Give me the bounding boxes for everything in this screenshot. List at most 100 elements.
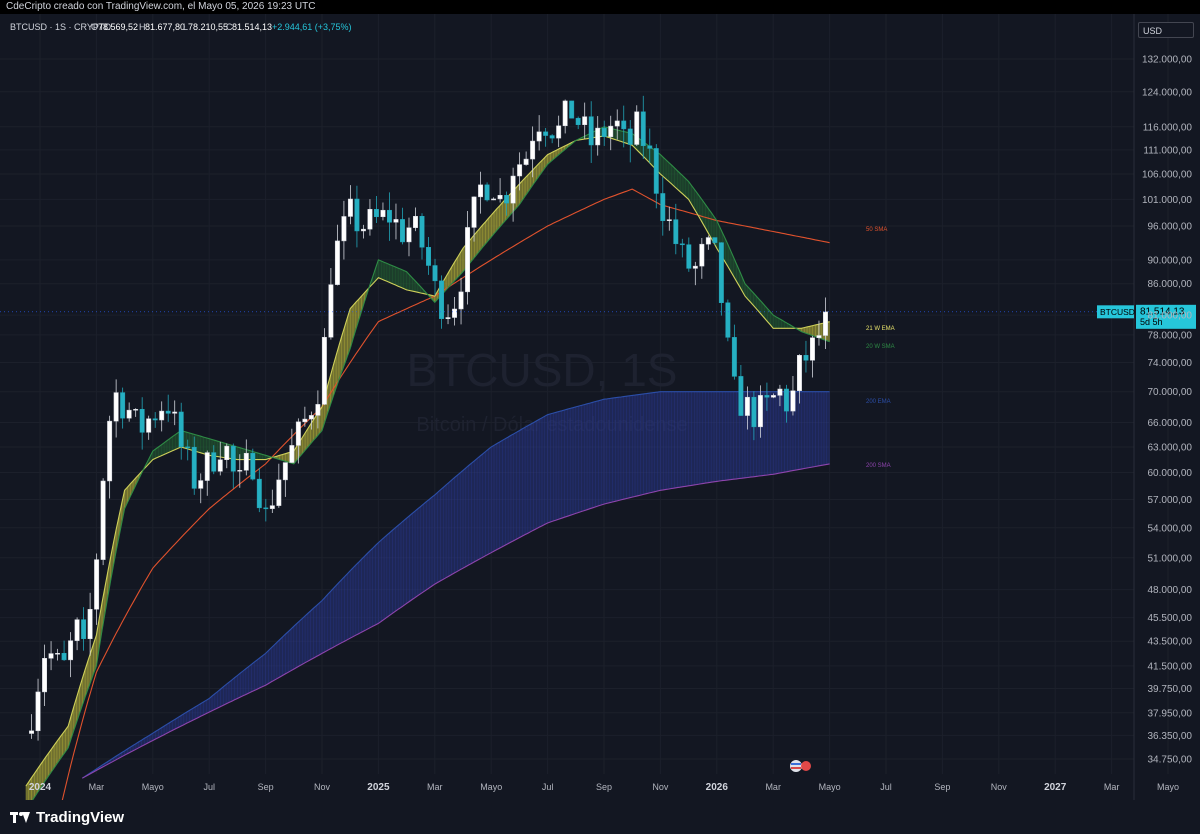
ema-sma-band-segment	[240, 670, 244, 698]
candle-down	[263, 507, 269, 510]
ema-sma-band-segment	[327, 590, 331, 651]
ema-sma-band-segment	[485, 217, 489, 245]
y-tick-label: 45.500,00	[1148, 613, 1193, 624]
ema-sma-band-segment	[491, 444, 495, 553]
ema-sma-band-segment	[547, 413, 551, 524]
candle-down	[120, 392, 126, 419]
ema-sma-band-segment	[584, 403, 588, 511]
ema-sma-band-segment	[572, 406, 576, 515]
x-tick-label: Jul	[880, 782, 892, 792]
candle-down	[679, 243, 685, 246]
ema-sma-band-segment	[522, 426, 526, 537]
chart-area[interactable]: BTCUSD, 1S Bitcoin / Dólar estadounidens…	[0, 14, 1200, 834]
candle-up	[133, 409, 139, 411]
ema-sma-band-segment	[553, 412, 557, 522]
y-tick-label: 116.000,00	[1143, 122, 1193, 133]
candle-up	[146, 418, 152, 433]
ema-sma-band-segment	[567, 408, 571, 517]
ema-sma-band-segment	[589, 402, 593, 510]
candle-up	[497, 195, 503, 200]
ema-sma-band-segment	[302, 615, 306, 665]
x-tick-label: Sep	[934, 782, 950, 792]
candle-up	[556, 125, 562, 139]
ema-sma-band-segment	[538, 417, 543, 528]
candle-up	[172, 411, 178, 414]
candle-up	[159, 410, 165, 421]
ema-sma-band-segment	[237, 672, 241, 699]
x-tick-label: Mayo	[1157, 782, 1179, 792]
candle-up	[68, 640, 74, 661]
candle-down	[165, 410, 171, 414]
tradingview-logo[interactable]: TradingView	[10, 808, 124, 826]
y-tick-label: 43.500,00	[1148, 637, 1193, 648]
ema-sma-band-segment	[392, 527, 396, 614]
ema-sma-band-segment	[381, 537, 385, 622]
ema-sma-band-segment	[499, 201, 503, 228]
y-tick-label: 51.000,00	[1148, 553, 1193, 564]
price-chart[interactable]: BTCUSD, 1S Bitcoin / Dólar estadounidens…	[0, 14, 1200, 800]
currency-selector[interactable]: USD	[1138, 22, 1194, 38]
ema-sma-band-segment	[637, 394, 641, 497]
legend-o-label: O	[91, 22, 98, 32]
ema-sma-band-segment	[485, 448, 489, 557]
ema-sma-band-segment	[403, 517, 407, 606]
ema-sma-band-segment	[773, 391, 777, 475]
x-tick-label: Mayo	[819, 782, 841, 792]
ema-sma-band-segment	[685, 391, 689, 487]
y-tick-label: 78.000,00	[1148, 330, 1193, 341]
ema-sma-band-segment	[428, 496, 433, 589]
ema-sma-band-segment	[617, 129, 622, 142]
y-tick-label: 39.750,00	[1148, 684, 1193, 695]
candle-up	[360, 228, 366, 232]
ema-sma-band-segment	[767, 391, 771, 476]
candle-down	[725, 302, 731, 338]
x-tick-label: Mar	[89, 782, 105, 792]
ema-sma-band-segment	[375, 542, 379, 626]
ema-sma-band-segment	[493, 443, 498, 552]
ema-sma-band-segment	[420, 503, 424, 595]
candle-up	[295, 421, 301, 446]
ema-sma-band-segment	[679, 172, 684, 195]
ema-sma-band-segment	[313, 605, 317, 659]
ema-sma-band-segment	[234, 675, 238, 701]
ema-sma-band-segment	[682, 175, 686, 198]
footer: TradingView	[0, 800, 1200, 834]
candle-up	[634, 111, 640, 145]
ema-sma-band-segment	[347, 570, 351, 641]
ema-sma-band-segment	[465, 465, 469, 567]
candle-up	[243, 452, 249, 471]
ema-sma-band-segment	[691, 391, 695, 486]
ema-sma-band-segment	[352, 564, 357, 638]
ema-sma-band-segment	[223, 684, 227, 706]
ema-sma-band-segment	[606, 398, 610, 504]
candle-up	[107, 420, 113, 482]
candle-up	[523, 158, 529, 165]
ema-sma-band-segment	[304, 612, 309, 664]
ema-sma-band-segment	[251, 661, 255, 693]
ema-sma-band-segment	[172, 434, 176, 452]
candle-up	[458, 291, 464, 310]
ema-sma-band-segment	[671, 391, 675, 489]
candle-up	[204, 452, 210, 481]
candle-down	[178, 411, 184, 448]
ema-sma-band-segment	[620, 130, 624, 143]
candle-down	[426, 246, 431, 266]
ema-sma-band-segment	[609, 397, 613, 503]
ema-sma-band-segment	[299, 618, 303, 667]
tradingview-mark-icon	[10, 810, 30, 824]
candle-down	[686, 244, 692, 269]
ema-sma-band-segment	[183, 431, 187, 449]
x-tick-label: Mar	[427, 782, 443, 792]
ema-sma-band-segment	[242, 668, 247, 697]
watermark-symbol: BTCUSD, 1S	[407, 344, 678, 396]
ema-sma-band-segment	[663, 156, 667, 180]
ema-sma-band-segment	[533, 420, 537, 531]
ema-sma-band-segment	[220, 686, 224, 707]
ema-sma-band-segment	[798, 391, 802, 470]
ema-sma-band-segment	[259, 655, 263, 689]
ema-sma-band-segment	[623, 131, 627, 144]
x-tick-label: Mayo	[480, 782, 502, 792]
ema-sma-band-segment	[316, 602, 320, 657]
candle-down	[731, 337, 737, 377]
ema-sma-band-segment	[651, 392, 655, 493]
